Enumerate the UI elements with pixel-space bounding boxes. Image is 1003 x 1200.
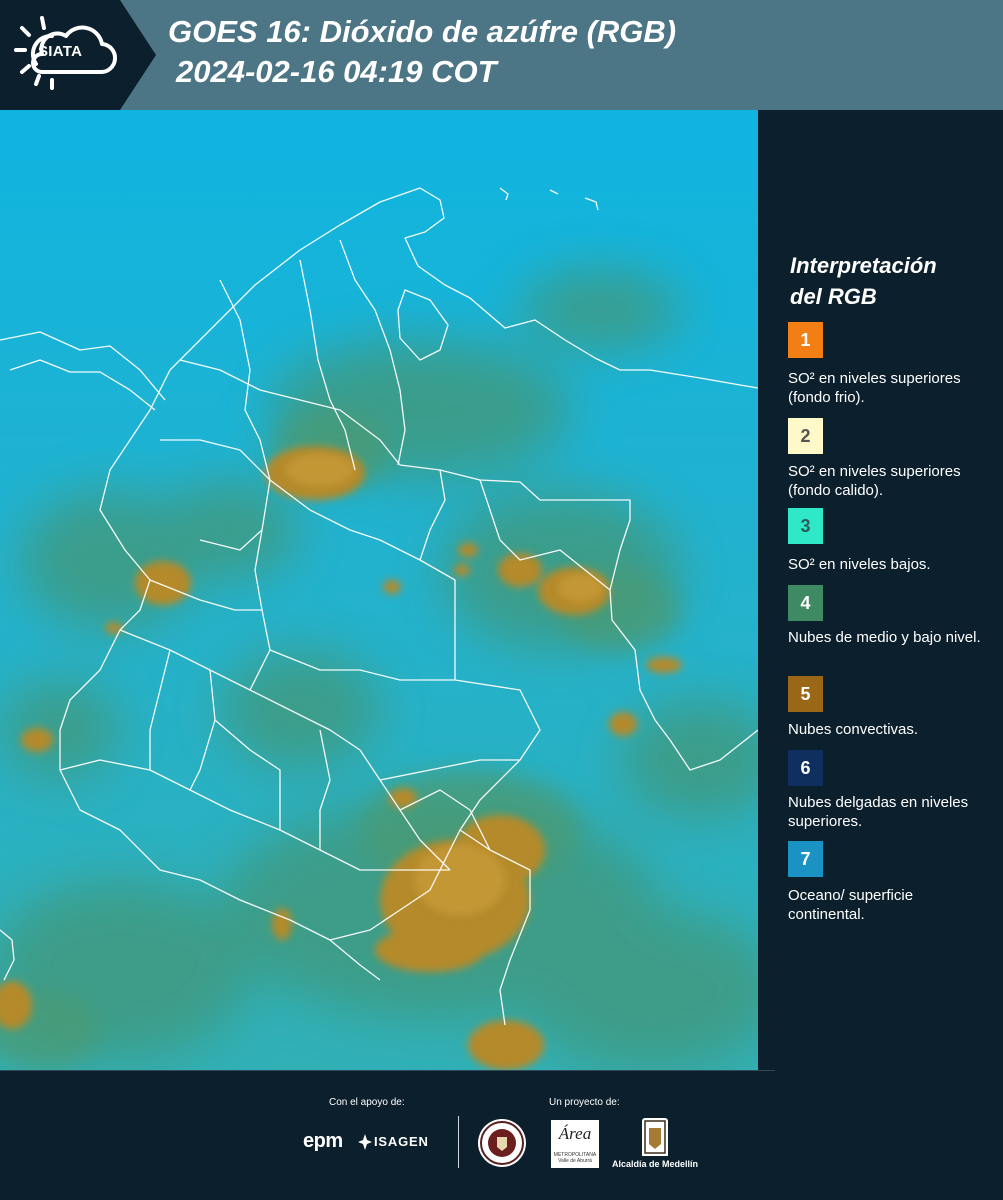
footer: Con el apoyo de: Un proyecto de: epm ISA… (0, 1070, 1003, 1200)
legend-text-7: Oceano/ superficie continental. (788, 887, 914, 923)
legend-text-3: SO² en niveles bajos. (788, 556, 931, 573)
area-metropolitana-logo: Área METROPOLITANA Valle de Aburrá (551, 1120, 599, 1168)
legend-swatch-6: 6 (788, 750, 823, 786)
page-title: GOES 16: Dióxido de azúfre (RGB) (168, 14, 677, 49)
legend-swatch-7: 7 (788, 841, 823, 877)
alcaldia-icon (642, 1118, 668, 1156)
alcaldia-logo-text: Alcaldía de Medellín (612, 1159, 699, 1169)
legend-swatch-3: 3 (788, 508, 823, 544)
epm-logo: epm (303, 1130, 343, 1152)
header: SIATA GOES 16: Dióxido de azúfre (RGB) 2… (0, 0, 1003, 110)
area-logo-mark: Área (558, 1124, 592, 1143)
area-logo-sub: METROPOLITANA Valle de Aburrá (553, 1152, 597, 1164)
isagen-logo: ISAGEN (374, 1134, 429, 1149)
legend-title: Interpretación del RGB (790, 250, 990, 312)
legend-text-1: SO² en niveles superiores (fondo frio). (788, 370, 961, 406)
legend-title-line1: Interpretación (790, 253, 937, 278)
legend-swatch-2: 2 (788, 418, 823, 454)
legend-title-line2: del RGB (790, 284, 877, 309)
map-image (0, 110, 758, 1070)
legend-swatch-5: 5 (788, 676, 823, 712)
isagen-icon (358, 1134, 372, 1150)
medellin-seal-icon (478, 1119, 526, 1167)
legend-text-4: Nubes de medio y bajo nivel. (788, 629, 981, 646)
satellite-map (0, 110, 758, 1070)
legend-swatch-4: 4 (788, 585, 823, 621)
logo-text: SIATA (38, 43, 83, 60)
footer-vertical-divider (458, 1116, 459, 1168)
legend-swatch-1: 1 (788, 322, 823, 358)
legend-text-2: SO² en niveles superiores (fondo calido)… (788, 463, 961, 499)
footer-divider-line (0, 1070, 775, 1071)
project-label: Un proyecto de: (549, 1097, 620, 1108)
page-timestamp: 2024-02-16 04:19 COT (176, 54, 497, 89)
legend-text-5: Nubes convectivas. (788, 721, 919, 738)
legend-text-6: Nubes delgadas en niveles superiores. (788, 794, 969, 830)
support-label: Con el apoyo de: (329, 1097, 405, 1108)
